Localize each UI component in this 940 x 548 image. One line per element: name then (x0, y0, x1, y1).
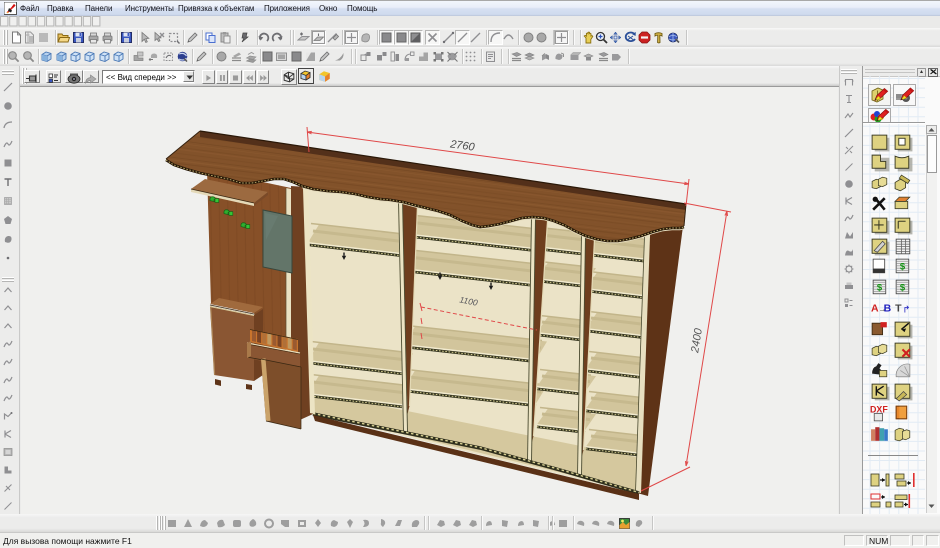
svg-text:$: $ (900, 283, 906, 294)
svg-text:$: $ (877, 283, 883, 294)
svg-text:T: T (895, 303, 902, 315)
svg-text:$: $ (900, 262, 906, 273)
svg-text:2400: 2400 (689, 327, 705, 355)
svg-text:DXF: DXF (870, 404, 888, 414)
svg-text:B: B (884, 303, 891, 315)
svg-text:↱: ↱ (902, 305, 910, 316)
